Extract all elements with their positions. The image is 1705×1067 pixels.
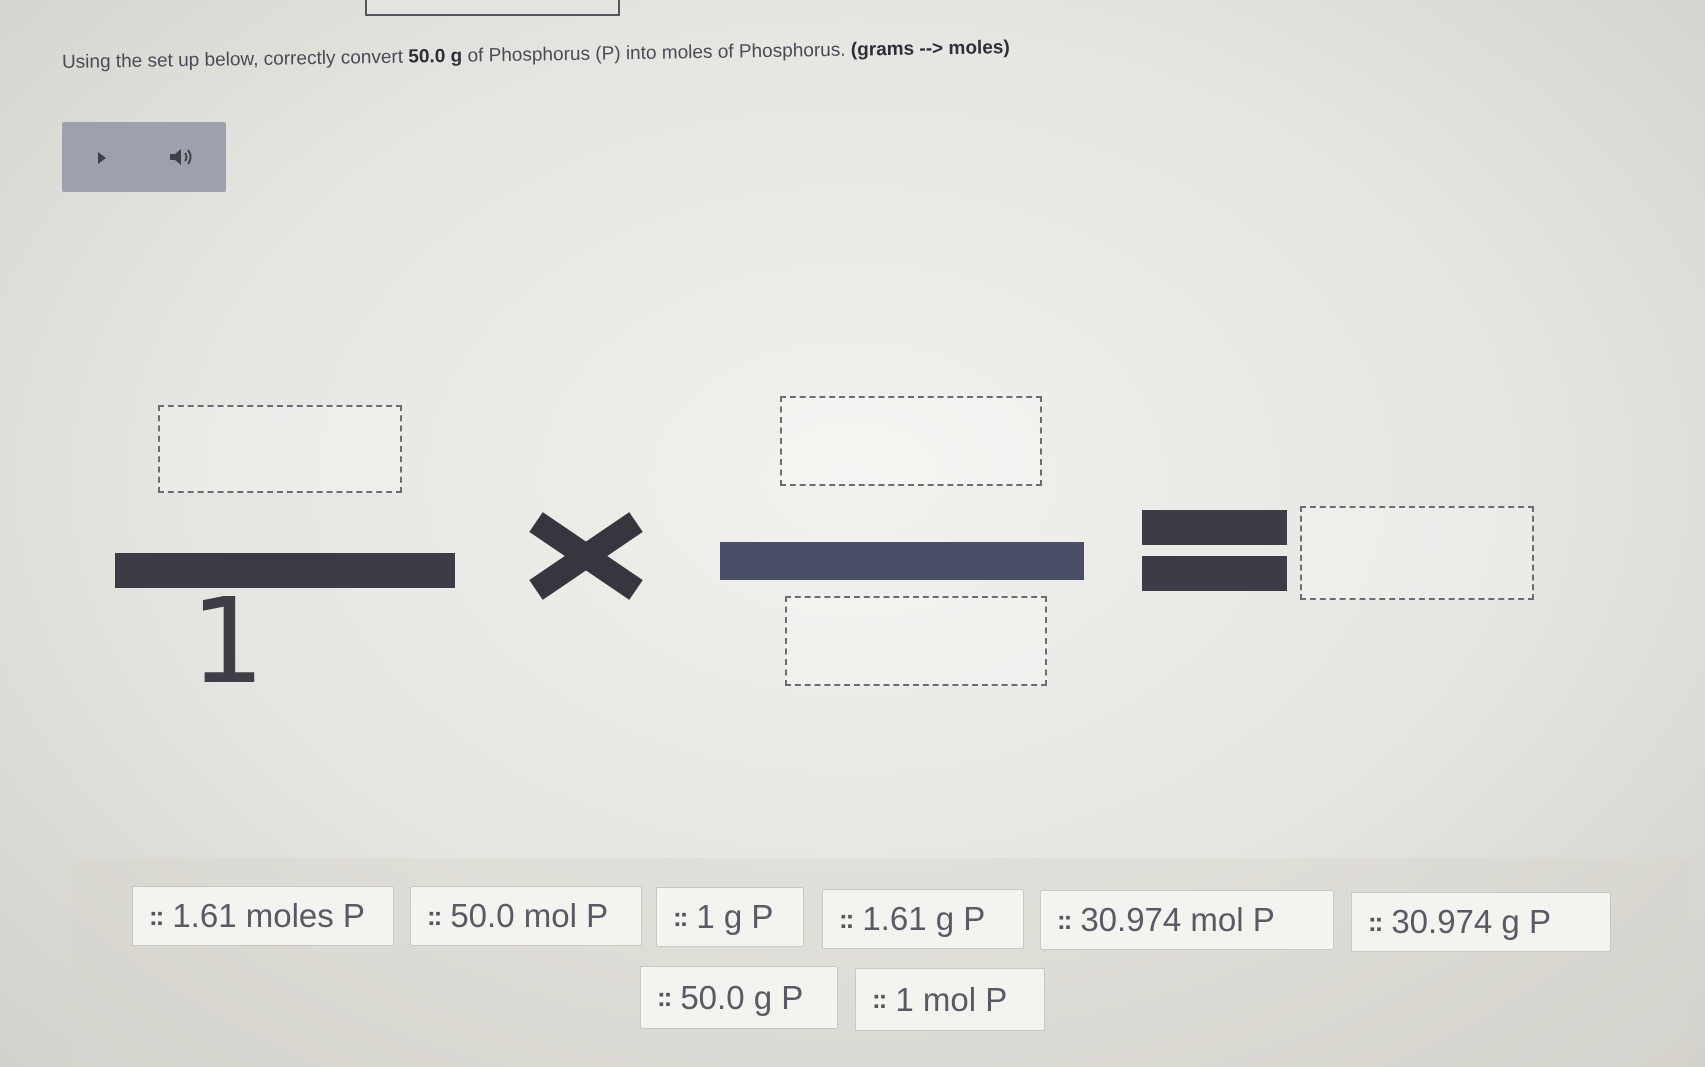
drag-handle-icon: :: bbox=[1057, 904, 1072, 935]
drag-handle-icon: :: bbox=[657, 982, 672, 1012]
answer-tile[interactable]: :: 1.61 g P bbox=[822, 889, 1024, 949]
answer-dropzone[interactable] bbox=[1300, 506, 1534, 600]
question-prompt: Using the set up below, correctly conver… bbox=[62, 37, 1010, 74]
top-tab bbox=[365, 0, 620, 16]
answer-tile[interactable]: :: 30.974 mol P bbox=[1040, 890, 1334, 950]
answer-tile-label: 1.61 g P bbox=[862, 900, 986, 937]
audio-player bbox=[62, 122, 226, 192]
question-direction: (grams --> moles) bbox=[850, 37, 1010, 61]
play-icon[interactable] bbox=[98, 152, 106, 164]
answer-tile[interactable]: :: 1 g P bbox=[656, 887, 804, 947]
drag-handle-icon: :: bbox=[149, 900, 164, 931]
answer-tile-label: 30.974 mol P bbox=[1080, 901, 1275, 938]
answer-tile[interactable]: :: 1.61 moles P bbox=[132, 886, 394, 946]
first-numerator-dropzone[interactable] bbox=[158, 405, 402, 493]
equals-bottom-bar bbox=[1142, 556, 1287, 591]
answer-tile[interactable]: :: 30.974 g P bbox=[1351, 892, 1611, 952]
first-fraction-bar bbox=[115, 553, 455, 588]
volume-icon[interactable] bbox=[168, 146, 194, 168]
answer-tile-label: 1 g P bbox=[696, 898, 774, 935]
conversion-fraction-bar bbox=[720, 542, 1084, 580]
conversion-numerator-dropzone[interactable] bbox=[780, 396, 1042, 486]
answer-tile-label: 1.61 moles P bbox=[172, 897, 365, 934]
drag-handle-icon: :: bbox=[427, 900, 442, 931]
answer-tile-label: 30.974 g P bbox=[1391, 903, 1551, 940]
equals-top-bar bbox=[1142, 510, 1287, 545]
answer-tile-label: 50.0 mol P bbox=[450, 897, 609, 934]
drag-handle-icon: :: bbox=[872, 984, 887, 1014]
answer-tile[interactable]: :: 50.0 g P bbox=[640, 966, 838, 1029]
answer-tile-label: 1 mol P bbox=[895, 980, 1008, 1018]
answer-tile[interactable]: :: 1 mol P bbox=[855, 968, 1045, 1031]
first-denominator-value: 1 bbox=[190, 572, 266, 710]
question-middle: of Phosphorus (P) into moles of Phosphor… bbox=[462, 39, 851, 67]
question-prefix: Using the set up below, correctly conver… bbox=[61, 46, 409, 73]
conversion-denominator-dropzone[interactable] bbox=[785, 596, 1047, 686]
drag-handle-icon: :: bbox=[839, 903, 854, 934]
answer-tile[interactable]: :: 50.0 mol P bbox=[410, 886, 642, 946]
drag-handle-icon: :: bbox=[673, 901, 688, 932]
question-amount: 50.0 g bbox=[408, 45, 463, 68]
times-icon bbox=[529, 512, 643, 600]
drag-handle-icon: :: bbox=[1368, 906, 1383, 937]
answer-tile-label: 50.0 g P bbox=[680, 978, 804, 1016]
